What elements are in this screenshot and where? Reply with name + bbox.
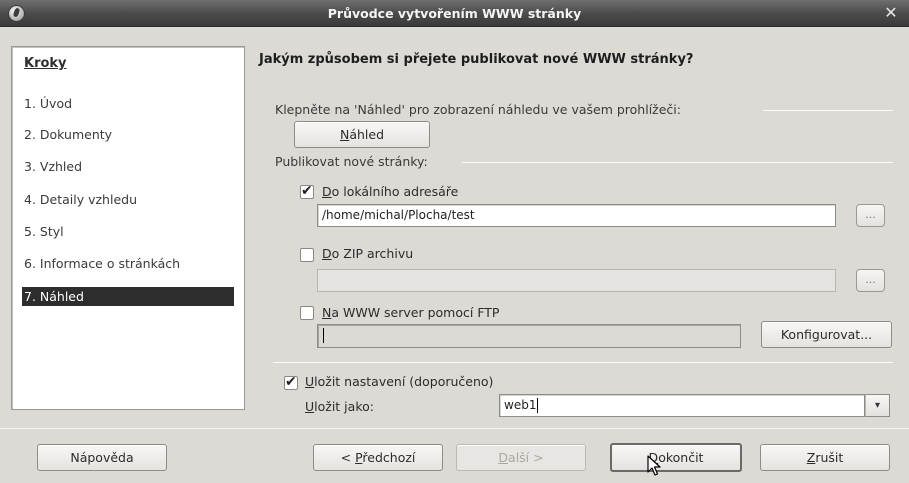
save-separator (273, 362, 893, 363)
save-settings-label: Uložit nastavení (doporučeno) (305, 374, 494, 389)
footer-separator (0, 428, 909, 429)
next-button[interactable]: Další > (456, 444, 586, 471)
publish-separator (462, 162, 893, 163)
preview-section-label: Klepněte na 'Náhled' pro zobrazení náhle… (275, 102, 681, 117)
preview-separator (763, 110, 893, 111)
step-design-details[interactable]: 4. Detaily vzhledu (24, 192, 137, 207)
preview-button[interactable]: Náhled (294, 121, 430, 148)
ftp-label: Na WWW server pomocí FTP (322, 305, 500, 320)
step-documents[interactable]: 2. Dokumenty (24, 127, 112, 142)
save-as-label: Uložit jako: (305, 399, 374, 414)
local-dir-path-input[interactable]: /home/michal/Plocha/test (317, 204, 836, 227)
zip-archive-browse-button[interactable]: ... (856, 269, 885, 292)
step-style[interactable]: 5. Styl (24, 224, 64, 239)
page-heading: Jakým způsobem si přejete publikovat nov… (259, 52, 694, 67)
zip-archive-path-input[interactable] (317, 269, 836, 292)
ftp-configure-button[interactable]: Konfigurovat... (761, 321, 892, 348)
help-button[interactable]: Nápověda (37, 444, 167, 471)
ftp-checkbox[interactable] (300, 306, 314, 320)
mouse-pointer-icon (647, 455, 661, 476)
steps-sidebar: Kroky 1. Úvod 2. Dokumenty 3. Vzhled 4. … (11, 46, 245, 410)
publish-section-label: Publikovat nové stránky: (275, 154, 428, 169)
save-settings-checkbox[interactable] (284, 374, 298, 390)
step-design[interactable]: 3. Vzhled (24, 159, 82, 174)
text-caret (323, 328, 324, 343)
steps-header: Kroky (24, 56, 67, 71)
zip-archive-checkbox[interactable] (300, 248, 314, 262)
close-icon[interactable]: ✕ (883, 4, 899, 22)
local-dir-label: Do lokálního adresáře (322, 184, 459, 199)
finish-button[interactable]: Dokončit (610, 443, 742, 472)
text-caret (537, 398, 539, 413)
zip-archive-label: Do ZIP archivu (322, 246, 414, 261)
chevron-down-icon[interactable]: ▾ (865, 394, 890, 417)
step-page-info[interactable]: 6. Informace o stránkách (24, 256, 180, 271)
step-intro[interactable]: 1. Úvod (24, 96, 72, 111)
window-title: Průvodce vytvořením WWW stránky (327, 6, 582, 21)
local-dir-checkbox[interactable] (300, 183, 314, 199)
save-as-combo-input[interactable]: web1 (499, 394, 865, 417)
step-preview[interactable]: 7. Náhled (22, 287, 234, 306)
title-bar: Průvodce vytvořením WWW stránky ✕ (0, 0, 909, 27)
back-button[interactable]: < Předchozí (313, 444, 443, 471)
cancel-button[interactable]: Zrušit (760, 444, 890, 471)
ftp-path-input[interactable] (317, 324, 741, 348)
local-dir-browse-button[interactable]: ... (856, 204, 885, 227)
